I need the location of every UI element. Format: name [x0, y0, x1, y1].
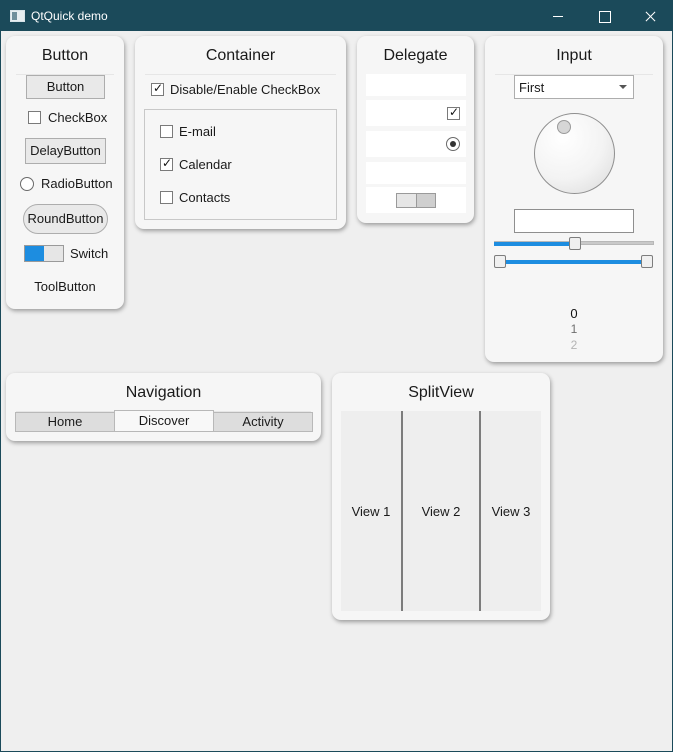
tumbler[interactable]: 0 1 2: [555, 306, 593, 354]
checkbox-label: CheckBox: [48, 110, 108, 125]
calendar-checkbox[interactable]: [160, 156, 173, 171]
switch-label: Switch: [70, 246, 109, 261]
split-view-pane-1: View 1: [341, 411, 401, 611]
delegate-panel-title: Delegate: [383, 47, 448, 64]
maximize-icon[interactable]: [581, 1, 627, 31]
switch-fill: [25, 246, 44, 261]
dial-handle[interactable]: [557, 120, 571, 134]
navigation-panel-title: Navigation: [125, 384, 202, 401]
client-area: Button Button CheckBox DelayButton Radio…: [1, 31, 672, 751]
split-view-label: View 2: [421, 504, 461, 519]
app-window: QtQuick demo Button Button CheckBox Dela…: [0, 0, 673, 752]
master-checkbox[interactable]: [151, 81, 164, 96]
tumbler-item-current: 0: [570, 306, 578, 321]
switch-delegate-knob: [416, 194, 435, 207]
input-panel: Input First 0 1 2: [485, 36, 663, 362]
split-view-pane-3: View 3: [481, 411, 541, 611]
combo-value: First: [519, 80, 545, 95]
split-view-label: View 1: [351, 504, 391, 519]
switch-delegate[interactable]: [366, 187, 466, 213]
container-panel: Container Disable/Enable CheckBox E-mail…: [135, 36, 346, 229]
radio-button-label: RadioButton: [41, 176, 113, 191]
text-field[interactable]: [514, 209, 634, 233]
input-panel-title: Input: [556, 47, 592, 64]
radio-delegate-radio[interactable]: [446, 137, 460, 151]
tab-discover[interactable]: Discover: [114, 410, 214, 432]
range-slider-track[interactable]: [495, 260, 651, 264]
tool-button[interactable]: ToolButton: [6, 279, 124, 294]
checkbox[interactable]: [28, 111, 41, 124]
range-slider-second-handle[interactable]: [641, 255, 653, 268]
round-button[interactable]: RoundButton: [23, 204, 108, 234]
check-delegate-checkbox[interactable]: [447, 105, 460, 120]
split-view-label: View 3: [491, 504, 531, 519]
contacts-checkbox-label: Contacts: [179, 190, 231, 205]
app-icon: [10, 10, 25, 22]
title-bar[interactable]: QtQuick demo: [1, 1, 672, 31]
slider-handle[interactable]: [569, 237, 581, 250]
divider: [145, 74, 336, 75]
combo-box[interactable]: First: [514, 75, 634, 99]
minimize-icon[interactable]: [535, 1, 581, 31]
item-delegate[interactable]: [366, 162, 466, 184]
item-delegate[interactable]: [366, 74, 466, 96]
email-checkbox-label: E-mail: [179, 124, 216, 139]
contacts-checkbox[interactable]: [160, 191, 173, 204]
dial[interactable]: [534, 113, 615, 194]
switch-toggle[interactable]: [24, 245, 64, 262]
tab-activity[interactable]: Activity: [213, 412, 313, 432]
check-delegate[interactable]: [366, 100, 466, 126]
range-slider-first-handle[interactable]: [494, 255, 506, 268]
master-checkbox-label: Disable/Enable CheckBox: [170, 82, 321, 97]
button-panel-title: Button: [41, 47, 89, 64]
window-title: QtQuick demo: [31, 9, 108, 23]
group-box: E-mail Calendar Contacts: [144, 109, 337, 220]
delegate-panel: Delegate: [357, 36, 474, 223]
push-button[interactable]: Button: [26, 75, 105, 99]
split-view-pane-2: View 2: [403, 411, 479, 611]
close-icon[interactable]: [627, 1, 673, 31]
tumbler-item: 2: [570, 338, 578, 352]
tumbler-item: 1: [570, 322, 578, 336]
calendar-checkbox-label: Calendar: [179, 157, 232, 172]
container-panel-title: Container: [205, 47, 276, 64]
slider-fill: [494, 242, 575, 246]
button-panel: Button Button CheckBox DelayButton Radio…: [6, 36, 124, 309]
tab-home[interactable]: Home: [15, 412, 115, 432]
switch-delegate-toggle[interactable]: [396, 193, 436, 208]
splitview-panel-title: SplitView: [408, 384, 474, 401]
chevron-down-icon: [619, 85, 627, 89]
delay-button[interactable]: DelayButton: [25, 138, 106, 164]
email-checkbox[interactable]: [160, 125, 173, 138]
radio-delegate[interactable]: [366, 131, 466, 157]
radio-button[interactable]: [20, 177, 34, 191]
